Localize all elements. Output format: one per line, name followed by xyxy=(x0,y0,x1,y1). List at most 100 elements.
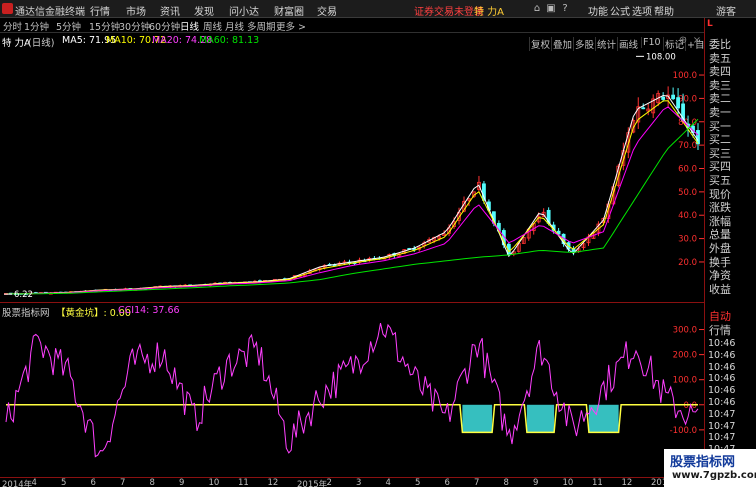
golden-pit-fill xyxy=(462,404,493,433)
help-icon[interactable]: ? xyxy=(558,2,572,16)
x-axis-label: 6 xyxy=(90,478,96,487)
price-tick-label: 70.0 xyxy=(678,141,697,151)
candle-body xyxy=(676,97,680,109)
period-tab[interactable]: 5分钟 xyxy=(56,19,81,33)
period-tab-active[interactable]: 日线 xyxy=(180,19,199,33)
period-tab[interactable]: 周线 xyxy=(203,19,222,33)
layout-icon[interactable]: ▣ xyxy=(544,2,558,16)
menu-options[interactable]: 选项 xyxy=(632,3,652,18)
ma-line-ma10 xyxy=(5,100,699,295)
current-stock: 特 力A xyxy=(474,7,505,18)
tick-time: 10:46 xyxy=(708,338,736,349)
x-axis-label: 12 xyxy=(267,478,279,487)
x-axis-label: 10 xyxy=(562,478,574,487)
price-tick-label: 50.0 xyxy=(678,188,697,198)
x-axis-label: 10 xyxy=(208,478,220,487)
menu-function[interactable]: 功能 xyxy=(588,3,608,18)
menu-help[interactable]: 帮助 xyxy=(654,3,674,18)
x-axis-label: 2015年 xyxy=(297,480,328,487)
app-title: 通达信金融终端 xyxy=(15,7,85,18)
quote-field-label: 收益 xyxy=(709,282,731,296)
tick-time: 10:46 xyxy=(708,385,736,397)
menu-quotes[interactable]: 行情 xyxy=(90,3,110,18)
period-tab[interactable]: 月线 xyxy=(225,19,244,33)
price-tick-label: 60.0 xyxy=(678,164,697,174)
x-axis-label: 12 xyxy=(621,478,633,487)
indicator-chart[interactable]: -200.0-100.00.0100.0200.0300.0 股票指标网 【黄金… xyxy=(0,303,704,478)
x-axis-label: 7 xyxy=(474,478,480,487)
period-tab[interactable]: 60分钟 xyxy=(149,19,180,33)
price-tick-label: 40.0 xyxy=(678,211,697,221)
zoom-icon[interactable]: ⊕ xyxy=(676,34,690,48)
tick-time: 10:47 xyxy=(708,432,736,444)
annotation-label: 6.22 xyxy=(14,290,33,300)
tick-time: 10:47 xyxy=(708,420,736,432)
x-axis-label: 11 xyxy=(592,478,603,487)
golden-pit-fill xyxy=(526,404,555,433)
x-axis-label: 5 xyxy=(61,478,67,487)
price-chart-svg: 20.030.040.050.060.070.080.090.0100.0108… xyxy=(4,52,704,300)
menu-news[interactable]: 资讯 xyxy=(160,3,180,18)
quote-panel: L 委比 卖五 卖四 卖三 卖二 卖一 买一 买二 买三 买四 买五 现价 涨跌 涨幅 总量 外盘 换手 净资 收益… xyxy=(704,18,756,487)
golden-pit-fill xyxy=(588,404,619,433)
x-axis-label: 2014年 xyxy=(2,480,33,487)
price-tick-label: 100.0 xyxy=(673,71,697,81)
menu-discover[interactable]: 发现 xyxy=(194,3,214,18)
x-axis-label: 5 xyxy=(415,478,421,487)
x-axis-label: 9 xyxy=(179,478,185,487)
menu-bar: 通达信金融终端 行情 市场 资讯 发现 问小达 财富圈 交易 证券交易未登录 特… xyxy=(0,0,756,18)
price-tick-label: 90.0 xyxy=(678,94,697,104)
cci-tick-label: 100.0 xyxy=(673,376,697,386)
app-logo-icon xyxy=(2,3,13,14)
ma-line-ma20 xyxy=(5,106,699,295)
period-tab[interactable]: 30分钟 xyxy=(119,19,150,33)
tick-time: 10:46 xyxy=(708,373,736,385)
menu-assistant[interactable]: 问小达 xyxy=(229,3,259,18)
home-icon[interactable]: ⌂ xyxy=(530,2,544,16)
tick-time: 10:46 xyxy=(708,349,736,361)
menu-trade[interactable]: 交易 xyxy=(317,3,337,18)
cci-tick-label: 200.0 xyxy=(673,351,697,361)
tick-time: 10:46 xyxy=(708,397,736,408)
candle-body xyxy=(671,94,676,100)
menu-wealth[interactable]: 财富圈 xyxy=(274,3,304,18)
watermark-title: 股票指标网 xyxy=(670,455,736,470)
ma-line-ma5 xyxy=(5,94,699,295)
cci-tick-label: -100.0 xyxy=(670,426,697,436)
indicator-chart-svg: -200.0-100.00.0100.0200.0300.0 xyxy=(5,322,704,461)
x-axis-label: 11 xyxy=(238,478,249,487)
watermark: 股票指标网 www.7gpzb.com xyxy=(664,449,756,487)
quote-label[interactable]: 行情 xyxy=(709,322,731,338)
annotation-label: 108.00 xyxy=(646,52,676,62)
cci-label: CCI14: 37.66 xyxy=(118,305,180,316)
user-name[interactable]: 游客 xyxy=(716,3,736,18)
period-tab[interactable]: 分时 xyxy=(3,19,22,33)
x-axis-label: 9 xyxy=(533,478,539,487)
market-badge: L xyxy=(707,19,713,29)
x-axis-label: 2 xyxy=(326,478,332,487)
menu-market[interactable]: 市场 xyxy=(126,3,146,18)
x-axis-label: 6 xyxy=(444,478,450,487)
cci-line xyxy=(5,322,699,458)
ma60-label: MA60: 81.13 xyxy=(199,35,260,46)
period-tab[interactable]: 1分钟 xyxy=(24,19,49,33)
tick-time: 10:47 xyxy=(708,408,736,420)
period-tab[interactable]: 多周期 xyxy=(247,19,276,33)
period-tab[interactable]: 更多 > xyxy=(276,19,306,33)
indicator-site-label: 股票指标网 xyxy=(2,308,50,319)
period-tab[interactable]: 15分钟 xyxy=(89,19,120,33)
period-label: (日线) xyxy=(28,38,55,49)
ma-line-ma60 xyxy=(5,118,699,295)
cci-tick-label: 300.0 xyxy=(673,326,697,336)
price-chart[interactable]: 20.0 30.0 40.0 50.0 60.0 70.0 80.0 90.0 100.0 108… xyxy=(0,33,704,303)
x-axis-label: 8 xyxy=(503,478,509,487)
watermark-url: www.7gpzb.com xyxy=(672,470,756,481)
x-axis-label: 4 xyxy=(385,478,391,487)
close-icon[interactable]: × xyxy=(690,34,704,48)
candle-body xyxy=(641,107,646,110)
x-axis-label: 7 xyxy=(120,478,126,487)
x-axis: 2014年 4 5 6 7 8 9 10 11 12 2015年 2 3 4 5 6 7 8 9 10 11 12 2016 xyxy=(0,477,704,487)
price-tick-label: 20.0 xyxy=(678,258,697,268)
x-axis-label: 8 xyxy=(149,478,155,487)
menu-public[interactable]: 公式 xyxy=(610,3,630,18)
